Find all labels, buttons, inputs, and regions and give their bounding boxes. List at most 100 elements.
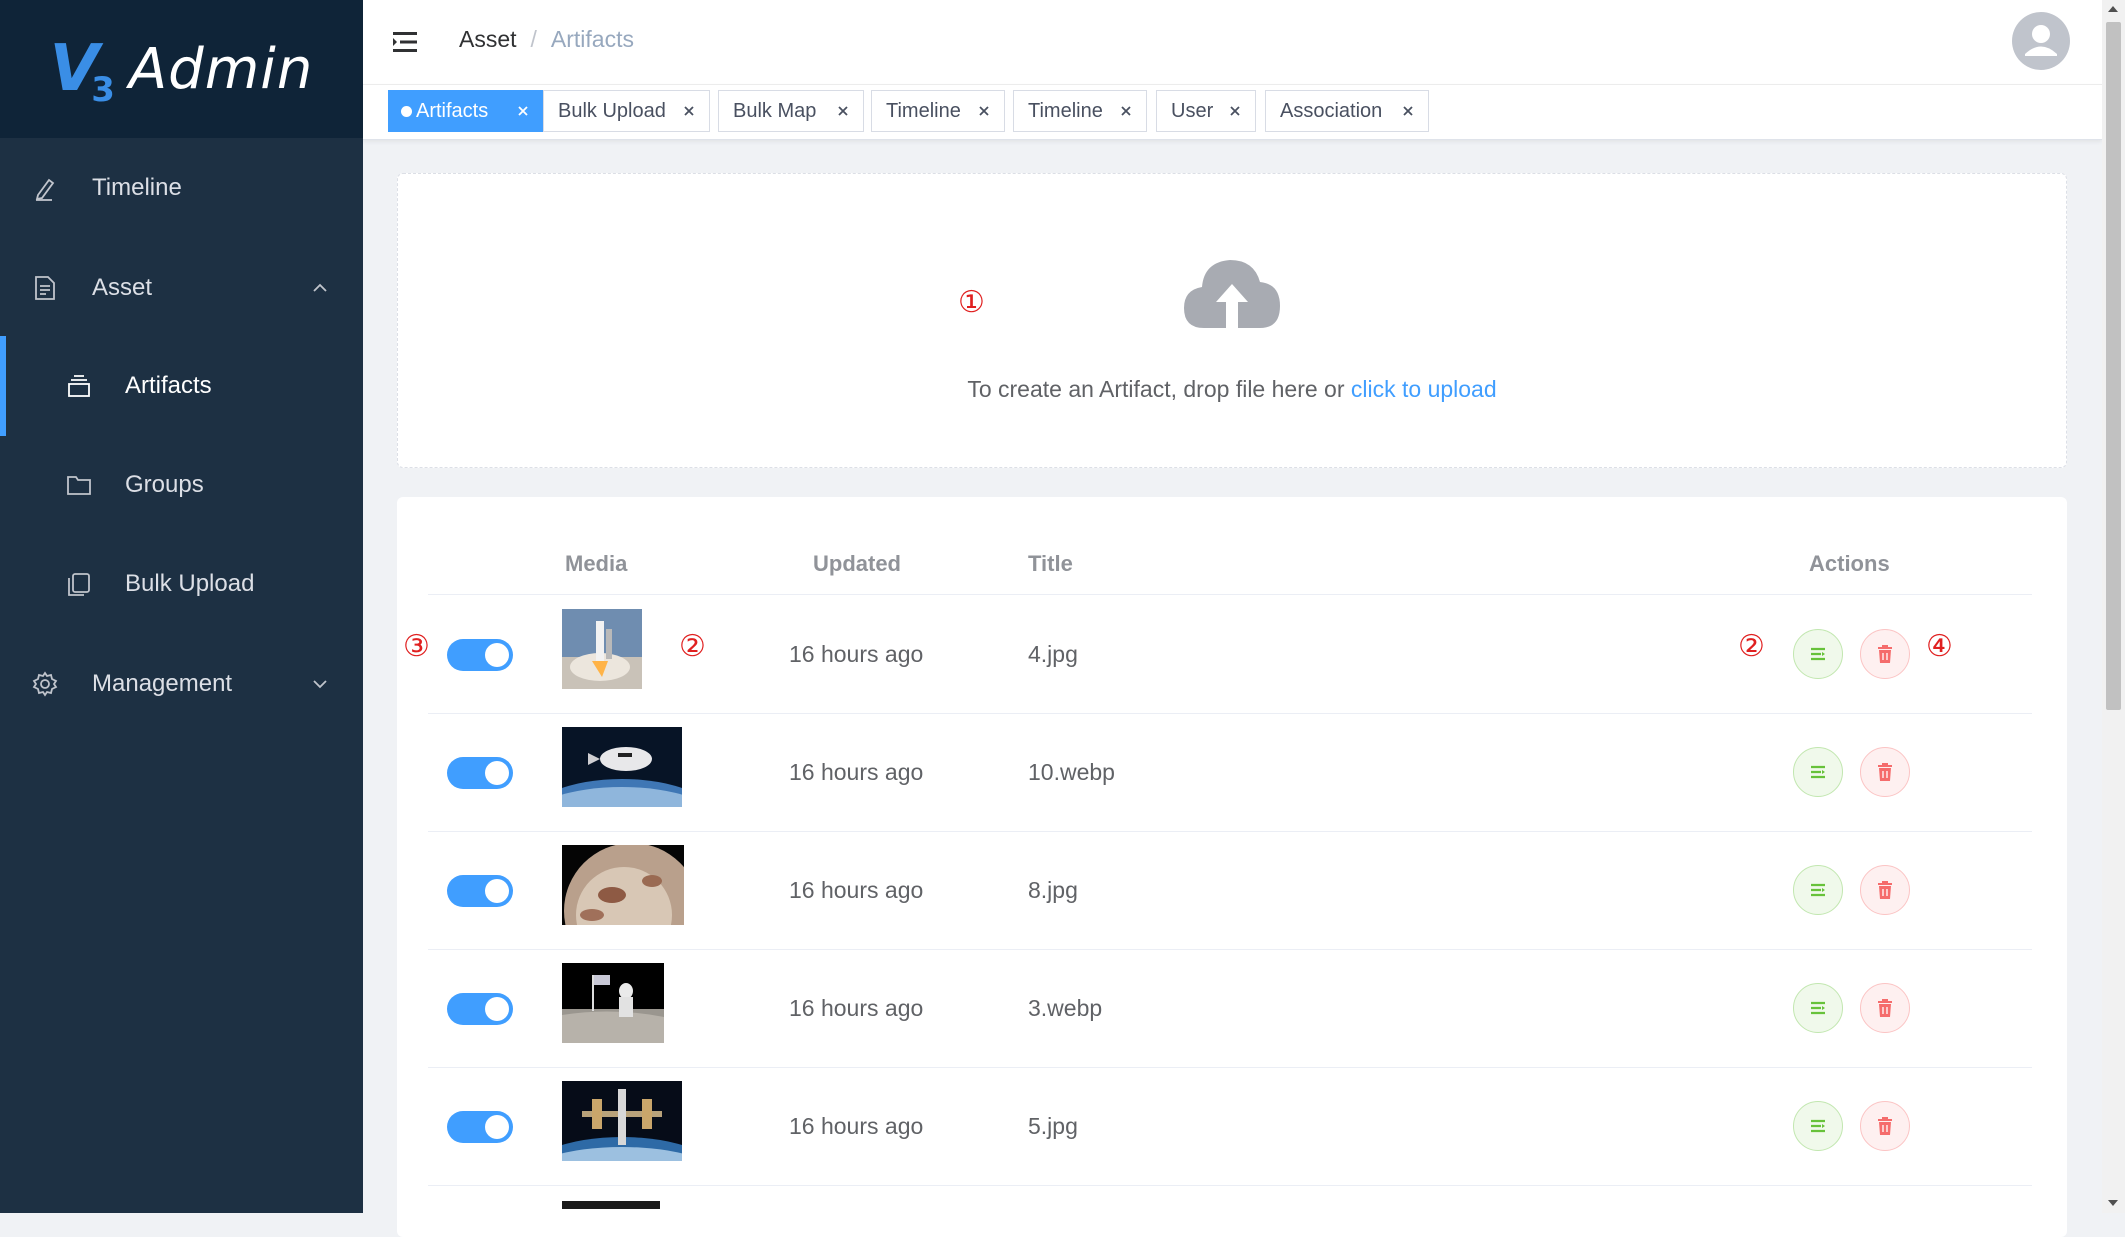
close-icon[interactable] [1118, 103, 1134, 119]
sidebar-item-management[interactable]: Management [0, 634, 363, 734]
tag-timeline[interactable]: Timeline [871, 90, 1005, 132]
table-row: 16 hours ago 10.webp [428, 713, 2032, 832]
tag-label: Timeline [1028, 99, 1103, 122]
tag-bulk-upload[interactable]: Bulk Upload [543, 90, 710, 132]
edit-lines-icon [1811, 1119, 1825, 1133]
breadcrumb-item-asset[interactable]: Asset [459, 26, 517, 53]
media-thumbnail[interactable] [562, 727, 682, 807]
sidebar-item-label: Artifacts [125, 372, 212, 399]
close-icon[interactable] [1400, 103, 1416, 119]
scroll-up-arrow-icon[interactable] [2108, 6, 2118, 12]
enable-toggle[interactable] [447, 993, 513, 1025]
trash-icon [1878, 645, 1892, 663]
table-row: 16 hours ago 5.jpg [428, 1067, 2032, 1186]
sidebar-item-groups[interactable]: Groups [0, 435, 363, 535]
column-header-title[interactable]: Title [1028, 551, 1073, 577]
cell-title: 5.jpg [1028, 1113, 1078, 1139]
upload-dropzone[interactable]: ① To create an Artifact, drop file here … [397, 173, 2067, 468]
trash-icon [1878, 881, 1892, 899]
upload-text: To create an Artifact, drop file here or [967, 376, 1351, 402]
tag-label: Bulk Map [733, 99, 817, 122]
cell-updated: 16 hours ago [789, 877, 924, 903]
close-icon[interactable] [681, 103, 697, 119]
copy-icon [64, 569, 94, 599]
tag-label: Artifacts [416, 99, 489, 122]
delete-button[interactable] [1860, 983, 1910, 1033]
delete-button[interactable] [1860, 629, 1910, 679]
sidebar-item-label: Asset [92, 274, 153, 301]
media-thumbnail[interactable] [562, 1081, 682, 1161]
cell-title: 8.jpg [1028, 877, 1078, 903]
media-thumbnail[interactable] [562, 609, 642, 689]
sidebar-item-timeline[interactable]: Timeline [0, 138, 363, 238]
table-row: ③ ② 16 hours ago 4.jpg ② ④ [403, 595, 2032, 714]
top-navbar: Asset / Artifacts [363, 0, 2102, 84]
breadcrumb-separator: / [530, 26, 537, 52]
table-row: 16 hours ago 3.webp [428, 949, 2032, 1068]
sidebar: V 3 Admin Timeline Asset Artifacts Group… [0, 0, 363, 1213]
tag-artifacts[interactable]: Artifacts [388, 90, 544, 132]
enable-toggle[interactable] [447, 639, 513, 671]
edit-lines-icon [1811, 883, 1825, 897]
edit-button[interactable] [1793, 629, 1843, 679]
tag-bulk-map[interactable]: Bulk Map [718, 90, 864, 132]
document-icon [30, 273, 60, 303]
user-avatar[interactable] [2012, 12, 2070, 70]
edit-button[interactable] [1793, 1101, 1843, 1151]
sidebar-item-asset[interactable]: Asset [0, 238, 363, 338]
close-icon[interactable] [976, 103, 992, 119]
pen-icon [30, 173, 60, 203]
breadcrumb: Asset / Artifacts [459, 26, 634, 53]
active-dot [401, 105, 412, 117]
enable-toggle[interactable] [447, 757, 513, 789]
chevron-up-icon [313, 283, 327, 292]
column-header-updated[interactable]: Updated [813, 551, 901, 577]
column-header-actions: Actions [1809, 551, 1890, 576]
tag-label: Association [1280, 99, 1383, 122]
sidebar-item-label: Bulk Upload [125, 570, 255, 597]
annotation-marker: ② [679, 629, 706, 664]
breadcrumb-item-artifacts: Artifacts [550, 26, 634, 52]
sidebar-item-bulk-upload[interactable]: Bulk Upload [0, 534, 363, 634]
close-icon[interactable] [1227, 103, 1243, 119]
artifacts-table: Media Updated Title Actions ③ ② 16 hours… [397, 497, 2067, 1237]
enable-toggle[interactable] [447, 1111, 513, 1143]
page-scrollbar[interactable] [2102, 0, 2125, 1213]
tag-label: Bulk Upload [558, 99, 666, 122]
close-icon[interactable] [835, 103, 851, 119]
table-row: 16 hours ago 8.jpg [428, 831, 2032, 950]
cell-title: 4.jpg [1028, 641, 1078, 667]
media-thumbnail[interactable] [562, 963, 664, 1043]
cloud-upload-icon [1184, 260, 1280, 328]
app-logo[interactable]: V 3 Admin [0, 0, 363, 138]
scrollbar-thumb[interactable] [2106, 22, 2121, 710]
stack-icon [64, 371, 94, 401]
edit-button[interactable] [1793, 865, 1843, 915]
edit-button[interactable] [1793, 983, 1843, 1033]
chevron-down-icon [313, 680, 327, 689]
edit-lines-icon [1811, 1001, 1825, 1015]
cell-updated: 16 hours ago [789, 641, 924, 667]
delete-button[interactable] [1860, 1101, 1910, 1151]
hamburger-menu-icon[interactable] [391, 28, 419, 56]
media-thumbnail[interactable] [562, 845, 684, 925]
trash-icon [1878, 1117, 1892, 1135]
folder-icon [64, 470, 94, 500]
sidebar-item-artifacts[interactable]: Artifacts [0, 336, 363, 436]
tag-association[interactable]: Association [1265, 90, 1429, 132]
click-to-upload-link[interactable]: click to upload [1351, 376, 1497, 402]
delete-button[interactable] [1860, 865, 1910, 915]
scroll-down-arrow-icon[interactable] [2108, 1200, 2118, 1206]
tag-timeline-2[interactable]: Timeline [1013, 90, 1147, 132]
tag-user[interactable]: User [1156, 90, 1256, 132]
close-icon[interactable] [515, 103, 531, 119]
tag-label: Timeline [886, 99, 961, 122]
enable-toggle[interactable] [447, 875, 513, 907]
cell-updated: 16 hours ago [789, 995, 924, 1021]
delete-button[interactable] [1860, 747, 1910, 797]
cell-updated: 16 hours ago [789, 1113, 924, 1139]
column-header-media[interactable]: Media [565, 551, 627, 577]
edit-button[interactable] [1793, 747, 1843, 797]
annotation-marker: ③ [403, 629, 430, 664]
trash-icon [1878, 763, 1892, 781]
